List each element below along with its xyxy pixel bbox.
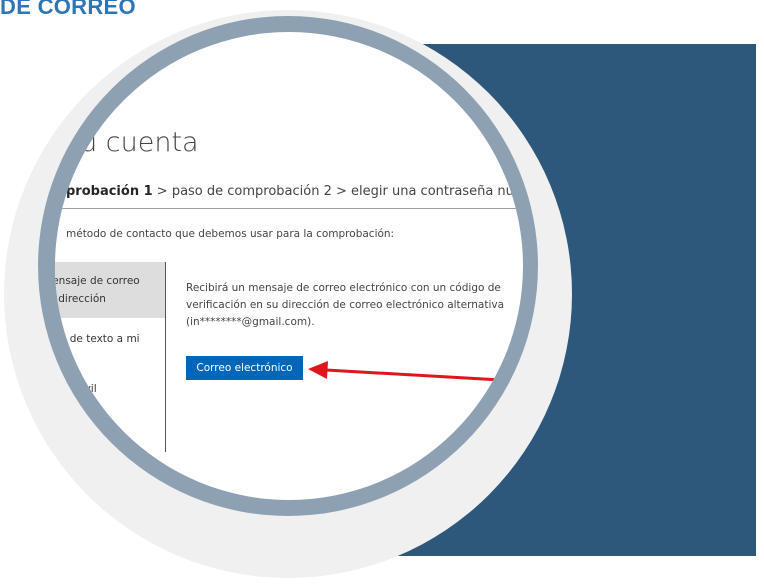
magnified-view: su cuenta probación 1 > paso de comproba… bbox=[55, 32, 523, 500]
password-reset-dialog: su cuenta probación 1 > paso de comproba… bbox=[55, 32, 523, 500]
red-arrow-annotation bbox=[308, 361, 503, 382]
page-heading: DE CORREO bbox=[0, 0, 136, 19]
